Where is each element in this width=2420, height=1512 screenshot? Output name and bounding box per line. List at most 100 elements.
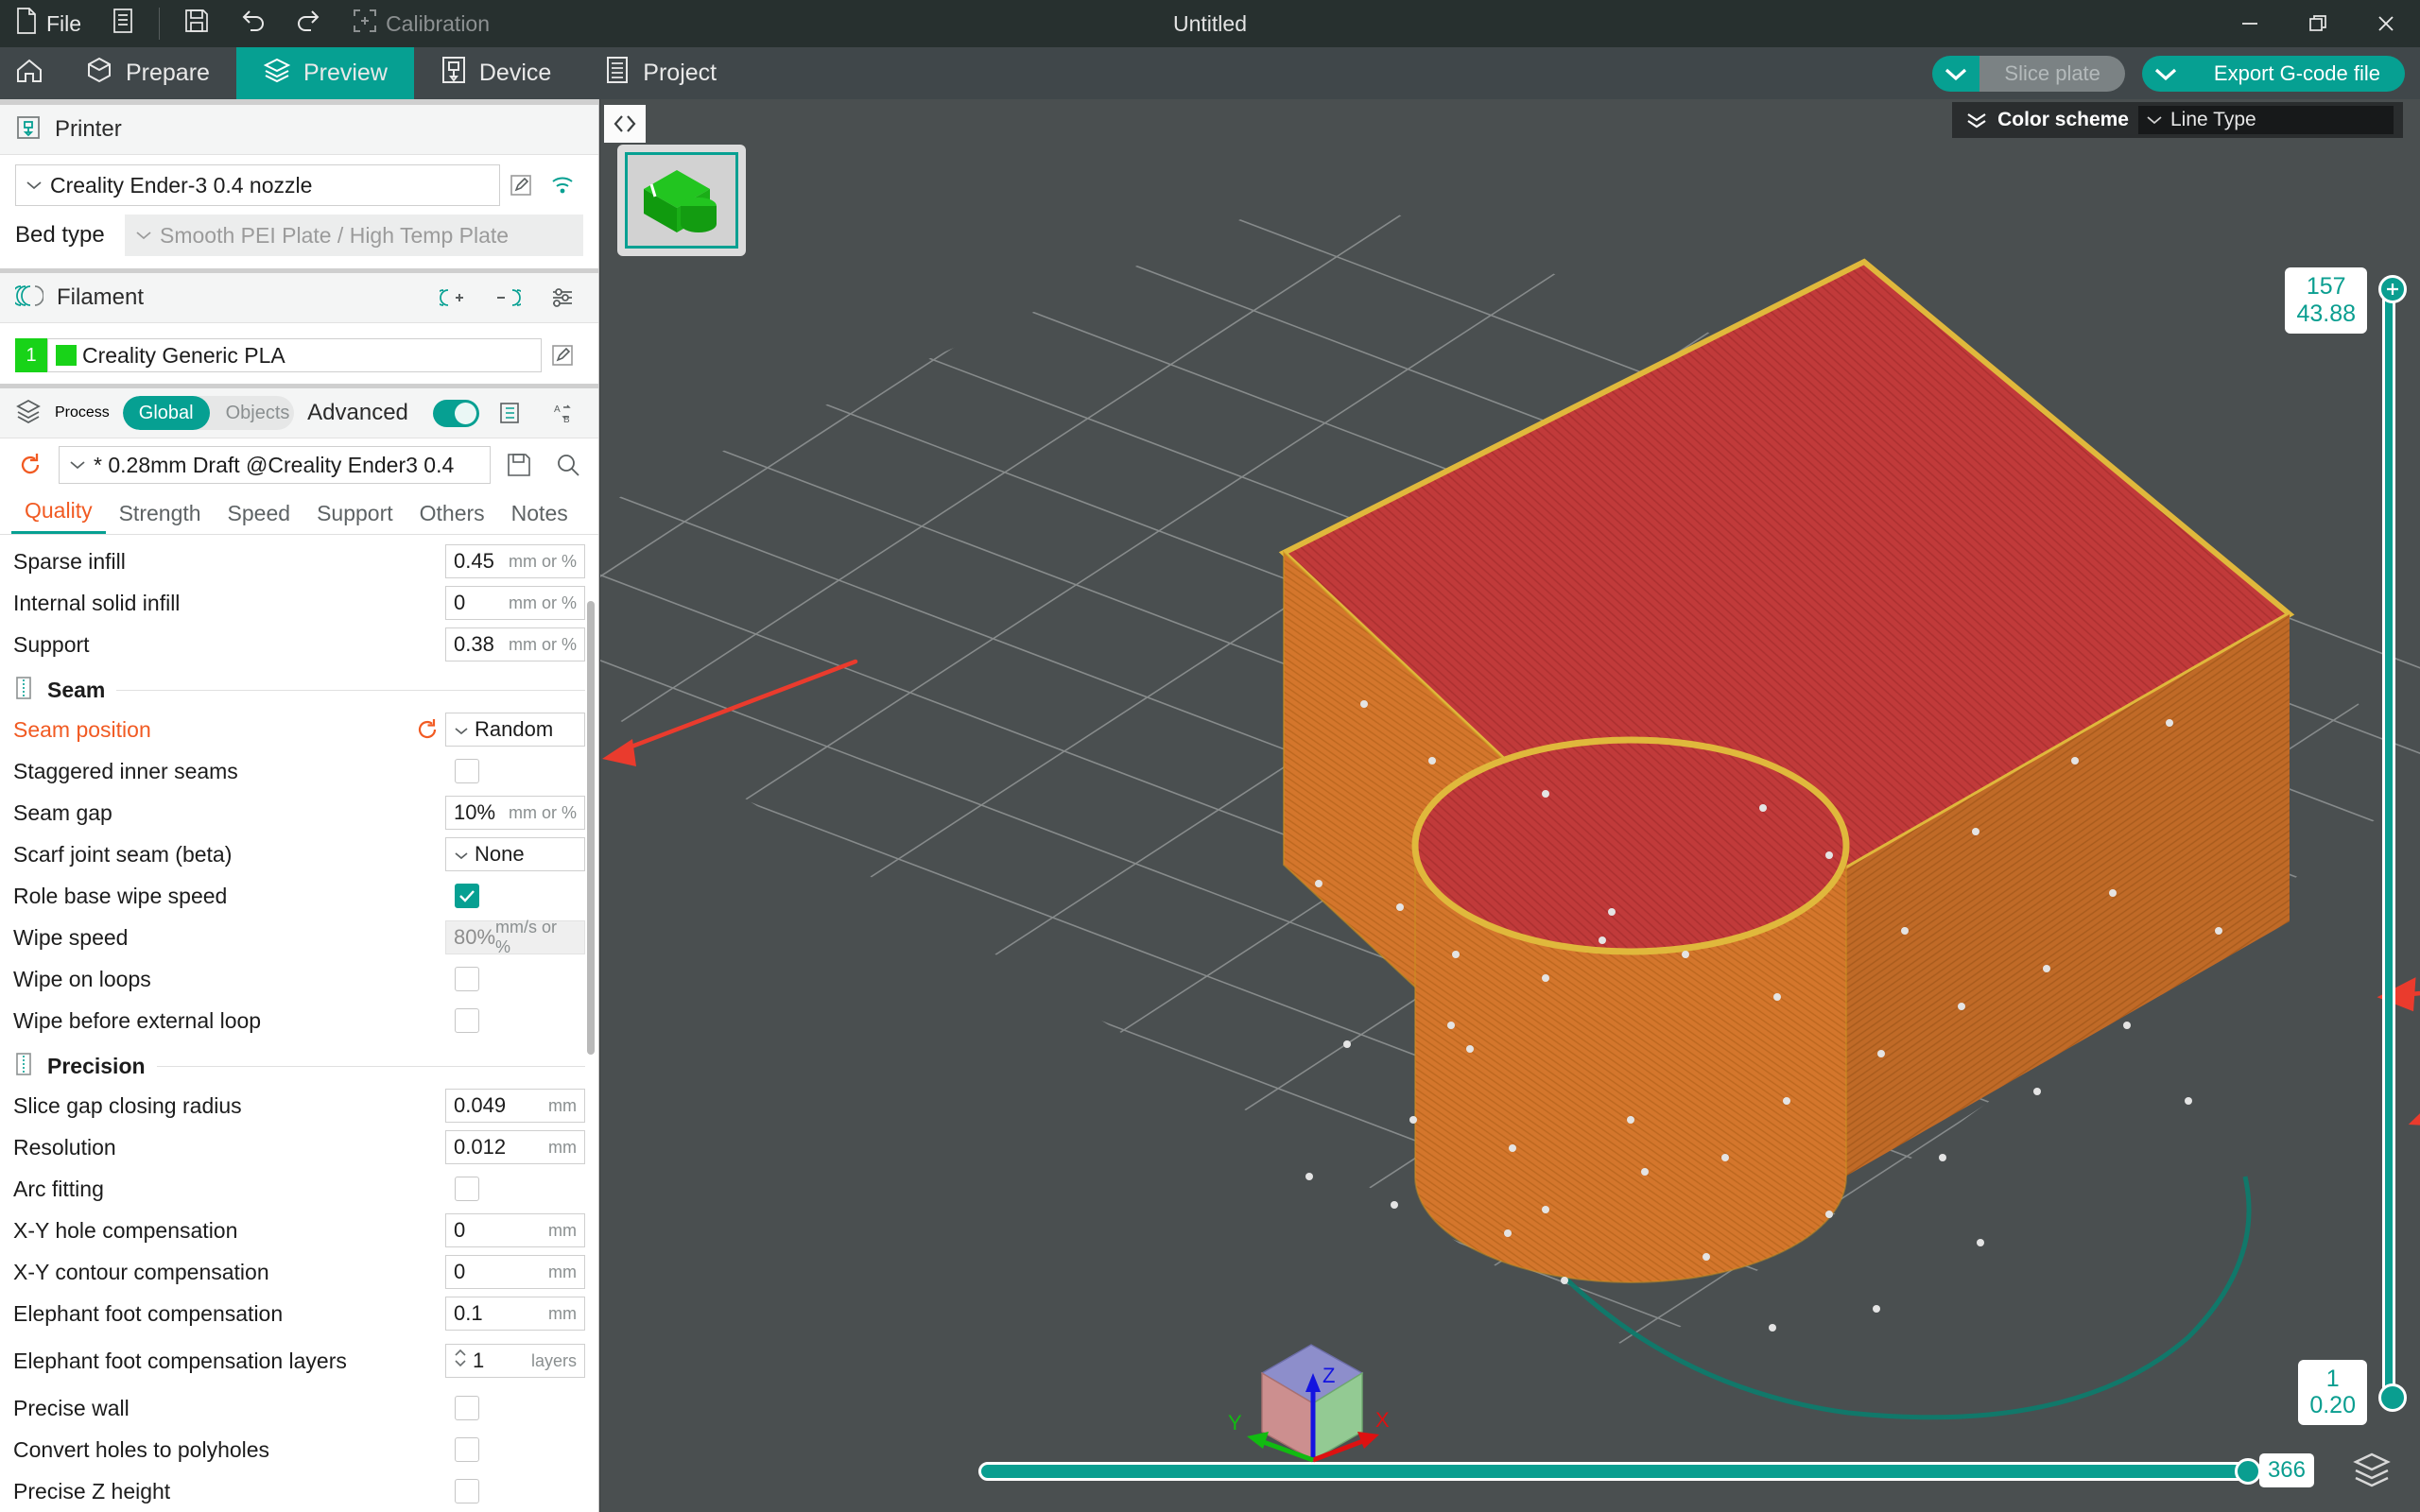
bottom-layer-height: 0.20 bbox=[2309, 1392, 2356, 1419]
plate-thumbnail[interactable] bbox=[617, 145, 746, 256]
filament-settings-button[interactable] bbox=[542, 277, 583, 318]
edit-printer-button[interactable] bbox=[500, 164, 542, 206]
filament-index[interactable]: 1 bbox=[15, 338, 47, 372]
setting-checkbox[interactable] bbox=[455, 884, 479, 908]
move-slider-handle[interactable] bbox=[2235, 1458, 2261, 1485]
seam-icon bbox=[13, 676, 36, 705]
setting-input[interactable]: 0.049 mm bbox=[445, 1089, 585, 1123]
tab-notes[interactable]: Notes bbox=[498, 501, 581, 534]
layer-slider-track[interactable] bbox=[2382, 288, 2395, 1399]
setting-input[interactable]: 10% mm or % bbox=[445, 796, 585, 830]
compare-ab-icon: AB bbox=[554, 404, 572, 424]
double-chevron-down-icon[interactable] bbox=[1965, 112, 1988, 129]
save-preset-button[interactable] bbox=[498, 444, 540, 486]
title-bar: File Calibration Untitled bbox=[0, 0, 2420, 47]
slice-plate-button[interactable]: Slice plate bbox=[1932, 55, 2125, 92]
slice-plate-caret[interactable] bbox=[1932, 55, 1980, 92]
export-gcode-caret[interactable] bbox=[2141, 55, 2189, 92]
minimize-button[interactable] bbox=[2216, 0, 2284, 47]
setting-checkbox[interactable] bbox=[455, 1437, 479, 1462]
plus-icon bbox=[2387, 284, 2398, 295]
color-scheme-select[interactable]: Line Type bbox=[2138, 106, 2394, 134]
process-compare-button[interactable]: AB bbox=[544, 392, 583, 434]
redo-button[interactable] bbox=[281, 0, 337, 47]
tab-others[interactable]: Others bbox=[406, 501, 498, 534]
slice-plate-label[interactable]: Slice plate bbox=[1979, 55, 2125, 92]
setting-control: None bbox=[409, 837, 585, 871]
layer-slider-top-handle[interactable] bbox=[2378, 275, 2407, 303]
setting-checkbox[interactable] bbox=[455, 1008, 479, 1033]
layers-icon[interactable] bbox=[2352, 1451, 2392, 1493]
tab-preview[interactable]: Preview bbox=[235, 47, 414, 99]
setting-input[interactable]: 0.45 mm or % bbox=[445, 544, 585, 578]
setting-input[interactable]: 0.012 mm bbox=[445, 1130, 585, 1164]
setting-input[interactable]: 0 mm bbox=[445, 1213, 585, 1247]
setting-select[interactable]: Random bbox=[445, 713, 585, 747]
tab-quality[interactable]: Quality bbox=[11, 498, 106, 534]
setting-input[interactable]: 0 mm or % bbox=[445, 586, 585, 620]
setting-label: Resolution bbox=[13, 1134, 116, 1160]
add-filament-button[interactable] bbox=[432, 277, 474, 318]
scope-global-button[interactable]: Global bbox=[122, 396, 210, 430]
axis-orientation-cube[interactable]: Z X Y bbox=[1224, 1328, 1394, 1493]
undo-button[interactable] bbox=[224, 0, 281, 47]
collapse-sidebar-button[interactable] bbox=[604, 105, 646, 143]
printer-select[interactable]: Creality Ender-3 0.4 nozzle bbox=[15, 164, 500, 206]
search-settings-button[interactable] bbox=[547, 444, 589, 486]
home-button[interactable] bbox=[0, 47, 59, 99]
setting-checkbox[interactable] bbox=[455, 1177, 479, 1201]
setting-select[interactable]: None bbox=[445, 837, 585, 871]
tab-support[interactable]: Support bbox=[303, 501, 406, 534]
setting-input[interactable]: 1 layers bbox=[445, 1344, 585, 1378]
setting-checkbox[interactable] bbox=[455, 759, 479, 783]
tab-device[interactable]: Device bbox=[414, 47, 578, 99]
advanced-toggle[interactable] bbox=[432, 399, 479, 427]
maximize-button[interactable] bbox=[2284, 0, 2352, 47]
process-preset-select[interactable]: * 0.28mm Draft @Creality Ender3 0.4 bbox=[59, 446, 491, 484]
settings-scrollbar[interactable] bbox=[587, 601, 595, 1055]
setting-reset-button[interactable] bbox=[415, 717, 440, 742]
file-menu-button[interactable]: File bbox=[0, 0, 96, 47]
3d-preview-viewport[interactable]: Color scheme Line Type 157 43.88 1 0.20 bbox=[600, 99, 2420, 1512]
setting-input[interactable]: 0.1 mm bbox=[445, 1297, 585, 1331]
cylinder-model bbox=[1411, 736, 1850, 1283]
export-gcode-label[interactable]: Export G-code file bbox=[2188, 55, 2405, 92]
reset-preset-button[interactable] bbox=[9, 444, 51, 486]
export-gcode-button[interactable]: Export G-code file bbox=[2141, 55, 2405, 92]
layer-slider-vertical[interactable]: 157 43.88 1 0.20 bbox=[2285, 267, 2407, 1425]
tab-strength[interactable]: Strength bbox=[106, 501, 215, 534]
calibration-button[interactable]: Calibration bbox=[337, 0, 505, 47]
setting-value: 0.049 bbox=[454, 1093, 507, 1117]
close-button[interactable] bbox=[2352, 0, 2420, 47]
layer-slider-bottom-handle[interactable] bbox=[2378, 1383, 2407, 1412]
move-slider-horizontal[interactable]: 366 bbox=[978, 1453, 2314, 1487]
setting-row: Wipe before external loop bbox=[0, 1000, 598, 1041]
save-button[interactable] bbox=[169, 0, 224, 47]
setting-input[interactable]: 0 mm bbox=[445, 1255, 585, 1289]
move-slider-track[interactable] bbox=[978, 1462, 2259, 1481]
filament-select[interactable]: Creality Generic PLA bbox=[47, 338, 542, 372]
printer-wifi-button[interactable] bbox=[542, 164, 583, 206]
setting-checkbox[interactable] bbox=[455, 1396, 479, 1420]
setting-value: 0.1 bbox=[454, 1301, 483, 1325]
tab-speed[interactable]: Speed bbox=[215, 501, 304, 534]
setting-label: Wipe before external loop bbox=[13, 1007, 262, 1033]
setting-checkbox[interactable] bbox=[455, 967, 479, 991]
edit-filament-button[interactable] bbox=[542, 335, 583, 376]
setting-checkbox[interactable] bbox=[455, 1479, 479, 1503]
setting-input[interactable]: 80% mm/s or % bbox=[445, 918, 585, 956]
remove-filament-button[interactable] bbox=[487, 277, 528, 318]
tab-prepare[interactable]: Prepare bbox=[59, 47, 236, 99]
spinner-arrows-icon[interactable] bbox=[454, 1348, 467, 1374]
bed-type-select[interactable]: Smooth PEI Plate / High Temp Plate bbox=[125, 215, 583, 256]
menu-button[interactable] bbox=[96, 0, 149, 47]
scope-objects-button[interactable]: Objects bbox=[210, 396, 295, 430]
setting-row: Slice gap closing radius 0.049 mm bbox=[0, 1085, 598, 1126]
chevron-down-icon bbox=[2147, 116, 2162, 125]
setting-input[interactable]: 0.38 mm or % bbox=[445, 627, 585, 662]
process-list-button[interactable] bbox=[493, 392, 531, 434]
setting-label: Support bbox=[13, 631, 90, 657]
filament-row: 1 Creality Generic PLA bbox=[0, 333, 598, 378]
tab-project[interactable]: Project bbox=[578, 47, 743, 99]
setting-unit: mm or % bbox=[509, 551, 577, 571]
